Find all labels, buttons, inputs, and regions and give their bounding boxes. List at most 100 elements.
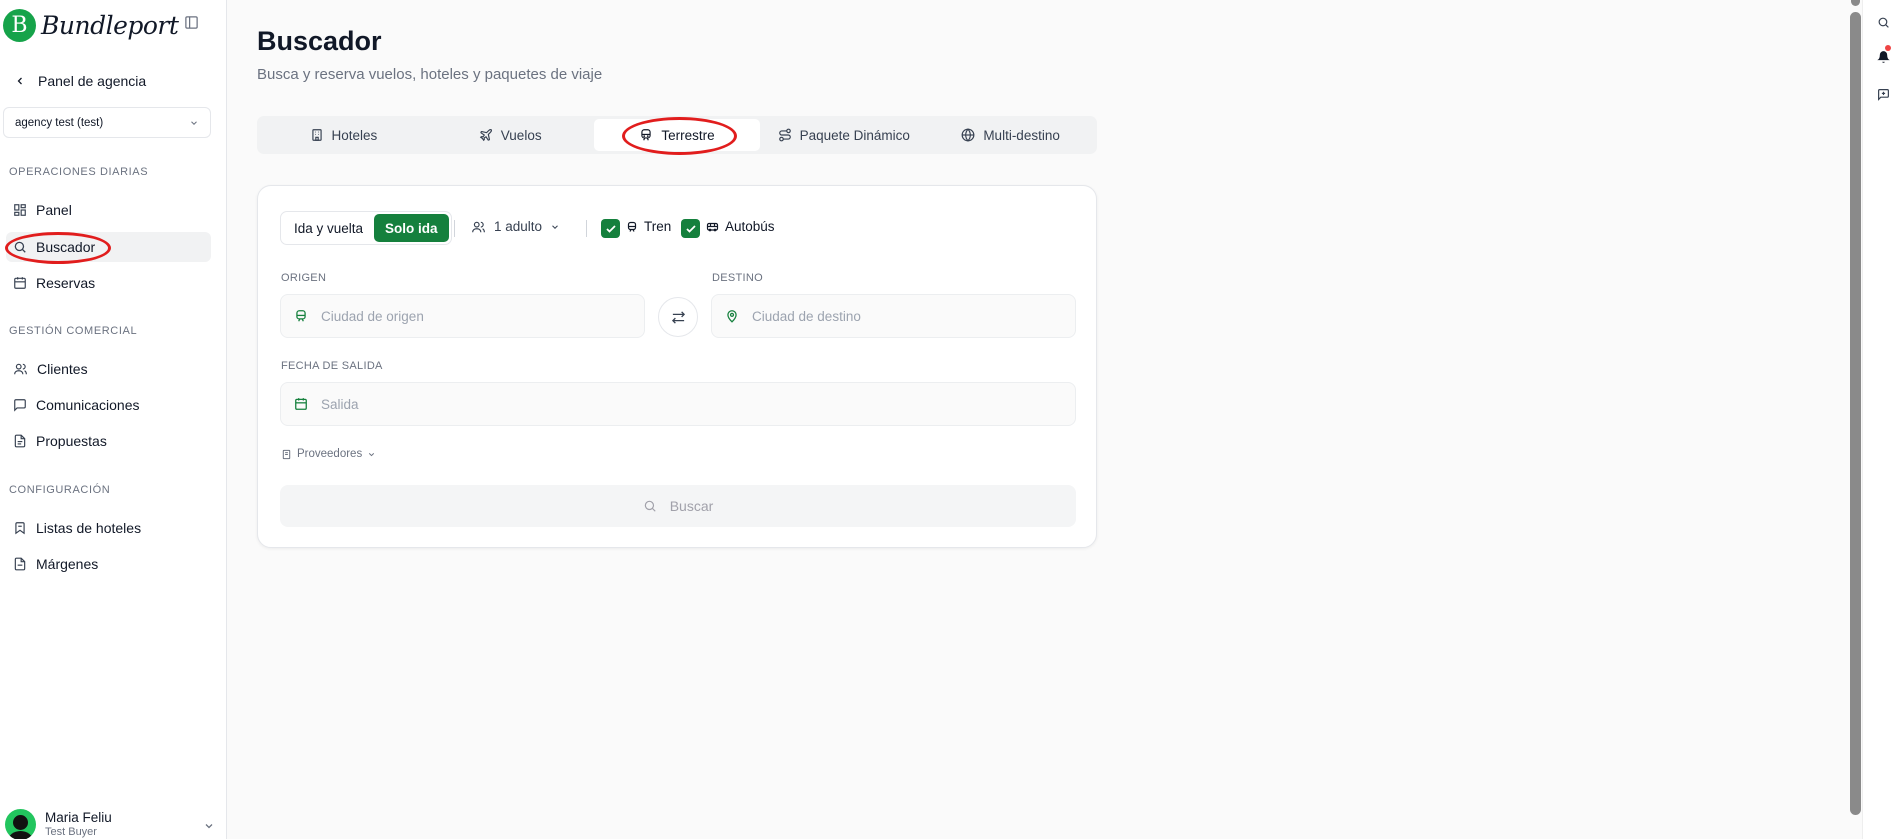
sidebar-item-reservas[interactable]: Reservas [6,268,211,298]
sidebar-item-label: Listas de hoteles [36,520,142,536]
search-button-label: Buscar [669,498,714,514]
user-menu[interactable]: Maria Feliu Test Buyer [5,809,215,839]
app-root: B Bundleport Panel de agencia agency tes… [0,0,1901,839]
origin-label: ORIGEN [281,272,327,284]
users-icon [471,220,486,234]
chevron-down-icon [203,820,215,832]
sidebar-toggle-icon[interactable] [184,15,199,30]
agency-select[interactable]: agency test (test) [3,107,211,138]
logo-mark: B [3,9,36,42]
check-icon [605,224,616,233]
chevron-down-icon [550,222,560,232]
bus-icon [706,221,719,233]
train-icon [626,221,638,233]
origin-placeholder: Ciudad de origen [321,308,424,324]
chevron-down-icon [367,450,376,459]
sidebar-item-label: Propuestas [36,433,107,449]
section-title-commercial: GESTIÓN COMERCIAL [9,325,138,337]
divider [454,220,455,237]
back-to-agency-panel[interactable]: Panel de agencia [14,73,146,89]
sidebar-item-margenes[interactable]: Márgenes [6,549,211,579]
plane-icon [479,128,493,142]
section-title-config: CONFIGURACIÓN [9,484,111,496]
bell-icon[interactable] [1877,50,1890,64]
passengers-value: 1 adulto [494,219,543,234]
train-option[interactable]: Tren [626,219,671,234]
bookmark-list-icon [13,521,27,535]
building-icon [281,449,292,460]
divider [586,220,587,237]
right-rail [1862,0,1901,839]
destination-label: DESTINO [712,272,763,284]
page-subtitle: Busca y reserva vuelos, hoteles y paquet… [257,66,603,83]
route-icon [778,128,792,142]
destination-field[interactable]: Ciudad de destino [711,294,1076,338]
user-name: Maria Feliu [45,810,112,825]
sidebar: B Bundleport Panel de agencia agency tes… [0,0,227,839]
chevron-left-icon [14,75,26,87]
sidebar-item-label: Márgenes [36,556,99,572]
users-icon [13,362,28,376]
providers-label: Proveedores [297,448,363,460]
departure-placeholder: Salida [321,396,359,412]
sidebar-item-label: Comunicaciones [36,397,140,413]
destination-placeholder: Ciudad de destino [752,308,861,324]
tab-hoteles[interactable]: Hoteles [260,119,427,151]
logo[interactable]: B Bundleport [3,9,179,42]
sidebar-item-panel[interactable]: Panel [6,195,211,225]
message-icon [13,398,27,412]
tab-label: Multi-destino [983,127,1060,143]
agency-select-value: agency test (test) [15,116,104,129]
sidebar-item-label: Panel [36,202,72,218]
tab-paquete-dinamico[interactable]: Paquete Dinámico [760,119,927,151]
sidebar-item-propuestas[interactable]: Propuestas [6,426,211,456]
bus-label: Autobús [725,219,775,234]
calendar-icon [13,276,27,290]
map-pin-icon [725,309,739,323]
search-icon[interactable] [1877,16,1890,29]
train-checkbox[interactable] [601,219,620,238]
tab-label: Paquete Dinámico [799,127,910,143]
main-content: Buscador Busca y reserva vuelos, hoteles… [228,0,1848,839]
calendar-icon [294,397,308,411]
departure-label: FECHA DE SALIDA [281,360,383,372]
swap-locations-button[interactable] [658,297,698,337]
logo-text: Bundleport [41,11,179,40]
origin-field[interactable]: Ciudad de origen [280,294,645,338]
annotation-circle-sidebar [5,232,111,264]
sidebar-item-clientes[interactable]: Clientes [6,354,211,384]
notification-dot [1885,45,1891,51]
scrollbar-thumb[interactable] [1850,12,1861,815]
tab-multi-destino[interactable]: Multi-destino [927,119,1094,151]
avatar [5,809,36,839]
passengers-select[interactable]: 1 adulto [471,219,560,234]
trip-oneway-option[interactable]: Solo ida [374,214,449,242]
chevron-down-icon [189,118,199,128]
globe-icon [961,128,975,142]
section-title-daily: OPERACIONES DIARIAS [9,166,149,178]
trip-roundtrip-option[interactable]: Ida y vuelta [283,214,374,242]
swap-icon [671,310,686,325]
train-icon [294,309,308,323]
search-icon [643,499,657,513]
providers-toggle[interactable]: Proveedores [281,448,376,460]
dashboard-icon [13,203,27,217]
tab-vuelos[interactable]: Vuelos [427,119,594,151]
back-label: Panel de agencia [38,73,147,89]
bus-checkbox[interactable] [681,219,700,238]
bus-option[interactable]: Autobús [706,219,775,234]
sidebar-item-listas-hoteles[interactable]: Listas de hoteles [6,513,211,543]
page-title: Buscador [257,26,382,56]
building-icon [310,128,324,142]
annotation-circle-tab [622,117,737,155]
sidebar-item-label: Reservas [36,275,96,291]
sidebar-item-comunicaciones[interactable]: Comunicaciones [6,390,211,420]
train-label: Tren [644,219,672,234]
search-button[interactable]: Buscar [280,485,1076,527]
message-plus-icon[interactable] [1877,88,1890,101]
search-form-card: Ida y vuelta Solo ida 1 adulto Tren Auto… [257,185,1097,548]
tab-label: Vuelos [500,127,542,143]
receipt-icon [13,557,27,571]
departure-date-field[interactable]: Salida [280,382,1076,426]
trip-type-toggle: Ida y vuelta Solo ida [280,211,452,245]
